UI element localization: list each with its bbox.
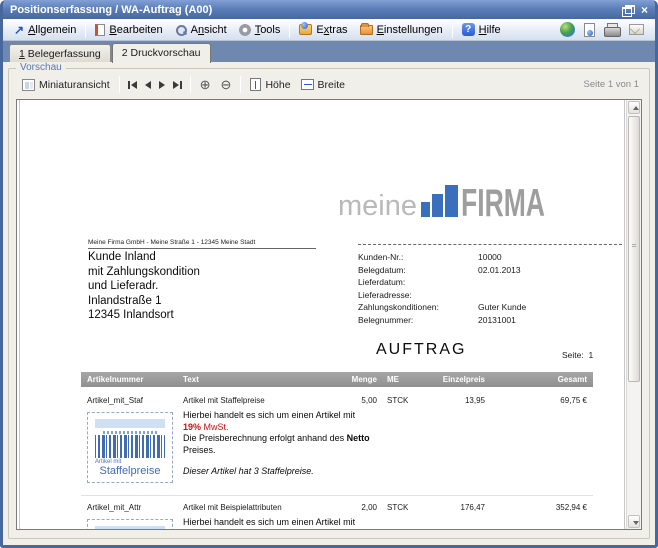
restore-window-icon[interactable] — [622, 5, 633, 15]
menu-item-einstellungen[interactable]: Einstellungen — [354, 22, 449, 38]
settings-folder-icon — [360, 25, 373, 35]
menu-item-extras[interactable]: Extras — [293, 22, 353, 38]
next-page-icon — [159, 81, 165, 89]
menu-bar: ↗ Allgemein Bearbeiten Ansicht Tools Ext… — [3, 19, 655, 41]
sender-line: Meine Firma GmbH - Meine Straße 1 - 1234… — [88, 239, 316, 249]
document-page: meine FIRMA Meine Firma GmbH - Meine Str… — [19, 100, 625, 529]
email-icon[interactable] — [629, 24, 644, 35]
first-page-icon — [131, 81, 137, 89]
window-title: Positionserfassung / WA-Auftrag (A00) — [10, 4, 212, 16]
article-image — [87, 519, 173, 529]
tab-druckvorschau[interactable]: 2 Druckvorschau — [112, 43, 211, 63]
info-row: Belegdatum:02.01.2013 — [358, 264, 625, 277]
vorschau-groupbox: Vorschau Miniaturansicht ⊕ ⊖ Höhe — [8, 68, 650, 539]
table-row: Artikel_mit_Staf Artikel mit Staffelprei… — [81, 396, 593, 483]
next-page-button[interactable] — [155, 78, 169, 92]
menu-item-ansicht[interactable]: Ansicht — [169, 22, 233, 38]
printer-icon[interactable] — [604, 23, 620, 36]
address-line: Kunde Inland — [88, 250, 200, 265]
company-logo: meine FIRMA — [338, 185, 584, 218]
info-row: Belegnummer:20131001 — [358, 314, 625, 327]
address-line: mit Zahlungskondition — [88, 265, 200, 280]
table-header-row: Artikelnummer Text Menge ME Einzelpreis … — [81, 372, 593, 387]
info-row: Lieferdatum: — [358, 276, 625, 289]
close-window-icon[interactable]: × — [641, 5, 648, 15]
info-row: Zahlungskonditionen:Guter Kunde — [358, 301, 625, 314]
zoom-in-button[interactable]: ⊕ — [195, 75, 216, 94]
document-title: AUFTRAG — [376, 341, 466, 359]
menu-item-allgemein[interactable]: ↗ Allgemein — [8, 22, 82, 38]
fit-height-button[interactable]: Höhe — [245, 75, 295, 94]
article-description: Hierbei handelt es sich um einen Artikel… — [183, 410, 467, 478]
fit-width-icon — [301, 79, 314, 90]
title-bar: Positionserfassung / WA-Auftrag (A00) × — [3, 0, 655, 19]
logo-text-meine: meine — [338, 194, 417, 218]
preview-area: meine FIRMA Meine Firma GmbH - Meine Str… — [16, 99, 642, 530]
info-row: Kunden-Nr.:10000 — [358, 251, 625, 264]
article-description: Hierbei handelt es sich um einen Artikel… — [183, 517, 467, 529]
last-page-icon — [173, 81, 179, 89]
help-icon — [462, 23, 475, 36]
document-export-icon[interactable] — [584, 23, 595, 37]
edit-note-icon — [95, 24, 105, 36]
zoom-out-button[interactable]: ⊖ — [216, 75, 237, 94]
thumbnail-view-button[interactable]: Miniaturansicht — [17, 76, 115, 94]
arrow-up-right-icon: ↗ — [14, 25, 24, 35]
menu-item-tools[interactable]: Tools — [233, 22, 287, 38]
info-row: Lieferadresse: — [358, 289, 625, 302]
fit-width-button[interactable]: Breite — [296, 76, 350, 94]
menu-separator — [85, 22, 86, 38]
previous-page-button[interactable] — [141, 78, 155, 92]
menu-separator — [452, 22, 453, 38]
main-panel: Vorschau Miniaturansicht ⊕ ⊖ Höhe — [3, 62, 655, 545]
menu-separator — [289, 22, 290, 38]
article-image: Artikel mit Staffelpreise — [87, 412, 173, 483]
toolbox-icon — [299, 24, 312, 35]
document-page-number: Seite: 1 — [562, 350, 593, 360]
scrollbar-thumb[interactable] — [628, 116, 640, 382]
tab-belegerfassung[interactable]: 1 Belegerfassung — [9, 44, 111, 62]
order-items-table: Artikelnummer Text Menge ME Einzelpreis … — [81, 372, 593, 529]
fit-height-icon — [250, 78, 261, 91]
table-row: Artikel_mit_Attr Artikel mit Beispielatt… — [81, 495, 593, 529]
scroll-up-icon[interactable] — [628, 101, 640, 114]
menu-item-bearbeiten[interactable]: Bearbeiten — [89, 22, 168, 38]
logo-bar-chart-icon — [421, 185, 458, 217]
barcode-image — [95, 435, 165, 458]
web-icon[interactable] — [560, 22, 575, 37]
app-window: Positionserfassung / WA-Auftrag (A00) × … — [0, 0, 658, 548]
scroll-down-icon[interactable] — [628, 515, 640, 528]
groupbox-label: Vorschau — [16, 62, 66, 73]
magnifier-icon — [175, 24, 187, 36]
tab-strip: 1 Belegerfassung 2 Druckvorschau — [3, 41, 655, 62]
previous-page-icon — [145, 81, 151, 89]
address-line: Inlandstraße 1 — [88, 294, 200, 309]
gear-icon — [239, 24, 251, 36]
first-page-button[interactable] — [124, 78, 141, 92]
customer-address: Kunde Inland mit Zahlungskondition und L… — [88, 250, 200, 323]
order-info-block: Kunden-Nr.:10000 Belegdatum:02.01.2013 L… — [358, 244, 625, 326]
address-line: 12345 Inlandsort — [88, 308, 200, 323]
menu-item-hilfe[interactable]: Hilfe — [456, 21, 507, 38]
article-note: Dieser Artikel hat 3 Staffelpreise. — [183, 466, 467, 478]
last-page-button[interactable] — [169, 78, 186, 92]
thumbnail-view-icon — [22, 79, 35, 91]
page-status: Seite 1 von 1 — [584, 79, 641, 90]
vertical-scrollbar[interactable] — [626, 100, 641, 529]
address-line: und Lieferadr. — [88, 279, 200, 294]
preview-toolbar: Miniaturansicht ⊕ ⊖ Höhe Breite — [17, 73, 641, 96]
logo-text-firma: FIRMA — [461, 189, 545, 218]
